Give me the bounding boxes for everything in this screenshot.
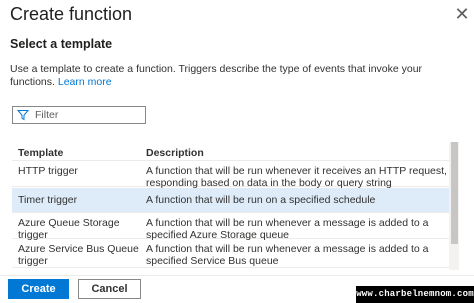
row-template-name: HTTP trigger (18, 165, 78, 177)
row-template-name: Timer trigger (18, 194, 78, 206)
table-row[interactable]: Azure Queue Storage trigger A function t… (12, 214, 449, 241)
table-header: Template Description (12, 142, 449, 161)
panel-title: Create function (10, 4, 133, 24)
table-scrollbar[interactable] (449, 142, 459, 270)
scrollbar-thumb[interactable] (451, 142, 458, 244)
row-template-description: A function that will be run on a specifi… (146, 194, 376, 206)
filter-input[interactable] (35, 108, 143, 122)
funnel-icon (17, 110, 29, 121)
row-template-description: A function that will be run whenever it … (146, 165, 447, 189)
filter-box[interactable] (12, 106, 146, 124)
create-button[interactable]: Create (8, 279, 69, 299)
cancel-button[interactable]: Cancel (78, 279, 141, 299)
column-header-template[interactable]: Template (18, 147, 63, 159)
row-template-name: Azure Service Bus Queue trigger (18, 243, 139, 267)
template-description: Use a template to create a function. Tri… (10, 63, 450, 89)
create-function-panel: Create function ✕ Select a template Use … (0, 0, 474, 303)
table-row[interactable]: HTTP trigger A function that will be run… (12, 162, 449, 189)
template-table: Template Description HTTP trigger A func… (12, 142, 449, 270)
row-template-description: A function that will be run whenever a m… (146, 217, 429, 241)
table-row-selected[interactable]: Timer trigger A function that will be ru… (12, 188, 449, 213)
close-icon[interactable]: ✕ (452, 2, 472, 26)
row-template-name: Azure Queue Storage trigger (18, 217, 120, 241)
site-watermark: www.charbelnemnom.com (356, 286, 474, 303)
row-template-description: A function that will be run whenever a m… (146, 243, 429, 267)
learn-more-link[interactable]: Learn more (58, 76, 112, 88)
section-heading: Select a template (10, 37, 113, 51)
table-row[interactable]: Azure Service Bus Queue trigger A functi… (12, 240, 449, 268)
column-header-description[interactable]: Description (146, 147, 204, 159)
